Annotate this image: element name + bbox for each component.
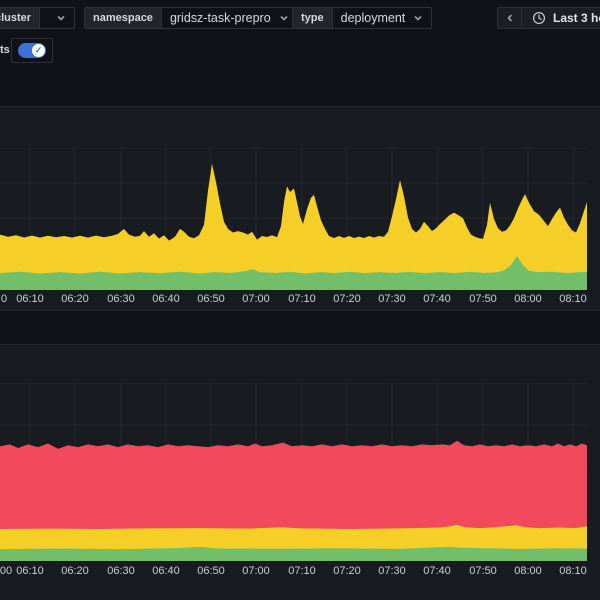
top-chart-x-axis: 006:1006:2006:3006:4006:5007:0007:1007:2… — [0, 293, 600, 307]
x-axis-label: 07:10 — [280, 565, 324, 577]
top-chart-plot[interactable] — [0, 148, 588, 290]
x-axis-label: 07:50 — [461, 565, 505, 577]
x-axis-label: 06:20 — [53, 565, 97, 577]
panel-top: 006:1006:2006:3006:4006:5007:0007:1007:2… — [0, 106, 600, 311]
x-axis-label: 07:10 — [280, 293, 324, 305]
time-picker: Last 3 hou — [497, 7, 600, 29]
variable-cluster-label: cluster — [0, 7, 39, 29]
chevron-down-icon — [413, 13, 423, 23]
time-range-button[interactable]: Last 3 hou — [522, 7, 600, 29]
variable-type-dropdown[interactable]: deployment — [332, 7, 433, 29]
x-axis-label: 08:10 — [551, 565, 595, 577]
panel-bottom: 0006:1006:2006:3006:4006:5007:0007:1007:… — [0, 344, 600, 600]
x-axis-label: 07:20 — [325, 565, 369, 577]
bottom-chart-canvas[interactable] — [0, 383, 588, 561]
toggle-label: ts — [0, 44, 10, 56]
toggle-check-icon: ✓ — [32, 44, 45, 57]
x-axis-label: 06:30 — [99, 565, 143, 577]
top-chart-canvas[interactable] — [0, 148, 588, 290]
variable-cluster-dropdown[interactable] — [39, 7, 75, 29]
dashboard-screen: cluster namespace gridsz-task-prepro typ… — [0, 0, 600, 600]
variable-type: type deployment — [292, 7, 432, 29]
toggle-switch[interactable]: ✓ — [11, 38, 53, 63]
x-axis-label: 07:50 — [461, 293, 505, 305]
x-axis-label: 06:50 — [189, 565, 233, 577]
x-axis-label: 07:00 — [234, 293, 278, 305]
time-range-label: Last 3 hou — [553, 11, 600, 25]
variable-namespace-label: namespace — [84, 7, 161, 29]
time-range-back-button[interactable] — [497, 7, 522, 29]
variable-namespace-dropdown[interactable]: gridsz-task-prepro — [161, 7, 298, 29]
x-axis-label: 07:30 — [370, 565, 414, 577]
series-yellow-stack-total — [0, 164, 587, 290]
bottom-chart-plot[interactable] — [0, 383, 588, 561]
x-axis-label: 08:10 — [551, 293, 595, 305]
chevron-down-icon — [56, 13, 66, 23]
x-axis-label: 07:20 — [325, 293, 369, 305]
clock-icon — [532, 11, 546, 25]
x-axis-label: 08:00 — [506, 293, 550, 305]
bottom-chart-x-axis: 0006:1006:2006:3006:4006:5007:0007:1007:… — [0, 565, 600, 579]
variable-type-label: type — [292, 7, 332, 29]
variable-type-value: deployment — [341, 11, 406, 25]
x-axis-label: 06:50 — [189, 293, 233, 305]
variable-namespace: namespace gridsz-task-prepro — [84, 7, 298, 29]
toggle-switch-pill: ✓ — [18, 43, 46, 58]
variable-cluster: cluster — [0, 7, 75, 29]
x-axis-label: 07:40 — [415, 565, 459, 577]
x-axis-label: 07:40 — [415, 293, 459, 305]
x-axis-label: 06:40 — [144, 293, 188, 305]
x-axis-label: 06:20 — [53, 293, 97, 305]
x-axis-label: 06:30 — [99, 293, 143, 305]
x-axis-label: 06:10 — [8, 293, 52, 305]
series-green-band — [0, 547, 587, 561]
x-axis-label: 06:40 — [144, 565, 188, 577]
x-axis-label: 08:00 — [506, 565, 550, 577]
variable-namespace-value: gridsz-task-prepro — [170, 11, 271, 25]
chevron-left-icon — [505, 13, 515, 23]
chevron-down-icon — [279, 13, 289, 23]
x-axis-label: 07:00 — [234, 565, 278, 577]
x-axis-label: 07:30 — [370, 293, 414, 305]
x-axis-label: 06:10 — [8, 565, 52, 577]
